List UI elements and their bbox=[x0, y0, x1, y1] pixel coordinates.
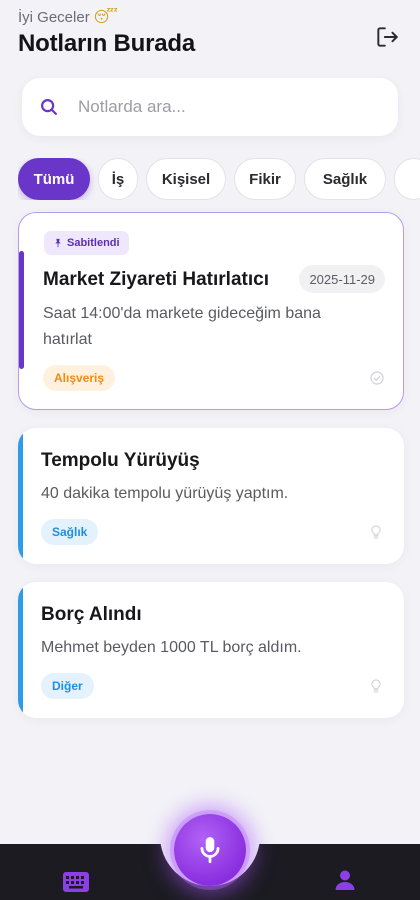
lightbulb-icon[interactable] bbox=[368, 524, 384, 540]
pin-icon bbox=[55, 238, 61, 248]
note-card[interactable]: Tempolu Yürüyüş 40 dakika tempolu yürüyü… bbox=[18, 428, 404, 564]
greeting: İyi Geceler 😴 bbox=[18, 8, 406, 26]
filter-chip-more[interactable] bbox=[394, 158, 420, 200]
note-tag: Alışveriş bbox=[43, 365, 116, 391]
filter-chip-work[interactable]: İş bbox=[98, 158, 138, 200]
note-body: 40 dakika tempolu yürüyüş yaptım. bbox=[41, 485, 289, 502]
microphone-button[interactable] bbox=[174, 814, 246, 886]
lightbulb-icon[interactable] bbox=[368, 678, 384, 694]
pinned-label: Sabitlendi bbox=[67, 237, 120, 249]
greeting-text: İyi Geceler bbox=[18, 8, 90, 26]
note-accent-bar bbox=[18, 582, 23, 718]
check-circle-icon[interactable] bbox=[369, 370, 385, 386]
note-title: Tempolu Yürüyüş bbox=[41, 450, 200, 471]
filter-chip-all[interactable]: Tümü bbox=[18, 158, 90, 200]
keyboard-icon[interactable] bbox=[63, 872, 89, 892]
search-bar[interactable] bbox=[22, 78, 398, 136]
note-tag: Diğer bbox=[41, 673, 94, 699]
category-filters: Tümü İş Kişisel Fikir Sağlık bbox=[18, 158, 420, 200]
note-body: Mehmet beyden 1000 TL borç aldım. bbox=[41, 639, 302, 656]
page-title: Notların Burada bbox=[18, 30, 196, 57]
header: İyi Geceler 😴 Notların Burada bbox=[18, 8, 406, 68]
profile-icon[interactable] bbox=[333, 868, 357, 892]
microphone-icon bbox=[200, 837, 220, 864]
pinned-badge: Sabitlendi bbox=[44, 231, 129, 255]
note-title: Borç Alındı bbox=[41, 604, 142, 625]
search-icon bbox=[41, 99, 57, 115]
filter-chip-idea[interactable]: Fikir bbox=[234, 158, 296, 200]
note-body: Saat 14:00'da markete gideceğim bana hat… bbox=[43, 305, 321, 348]
note-accent-bar bbox=[19, 251, 24, 369]
note-accent-bar bbox=[18, 428, 23, 564]
logout-icon[interactable] bbox=[374, 24, 400, 50]
note-tag: Sağlık bbox=[41, 519, 99, 545]
filter-chip-health[interactable]: Sağlık bbox=[304, 158, 386, 200]
sleeping-face-icon: 😴 bbox=[93, 8, 118, 26]
note-title: Market Ziyareti Hatırlatıcı bbox=[43, 269, 269, 290]
note-card[interactable]: Borç Alındı Mehmet beyden 1000 TL borç a… bbox=[18, 582, 404, 718]
filter-chip-personal[interactable]: Kişisel bbox=[146, 158, 226, 200]
note-card[interactable]: Sabitlendi Market Ziyareti Hatırlatıcı 2… bbox=[18, 212, 404, 410]
note-date: 2025-11-29 bbox=[299, 265, 385, 293]
search-input[interactable] bbox=[78, 97, 358, 117]
